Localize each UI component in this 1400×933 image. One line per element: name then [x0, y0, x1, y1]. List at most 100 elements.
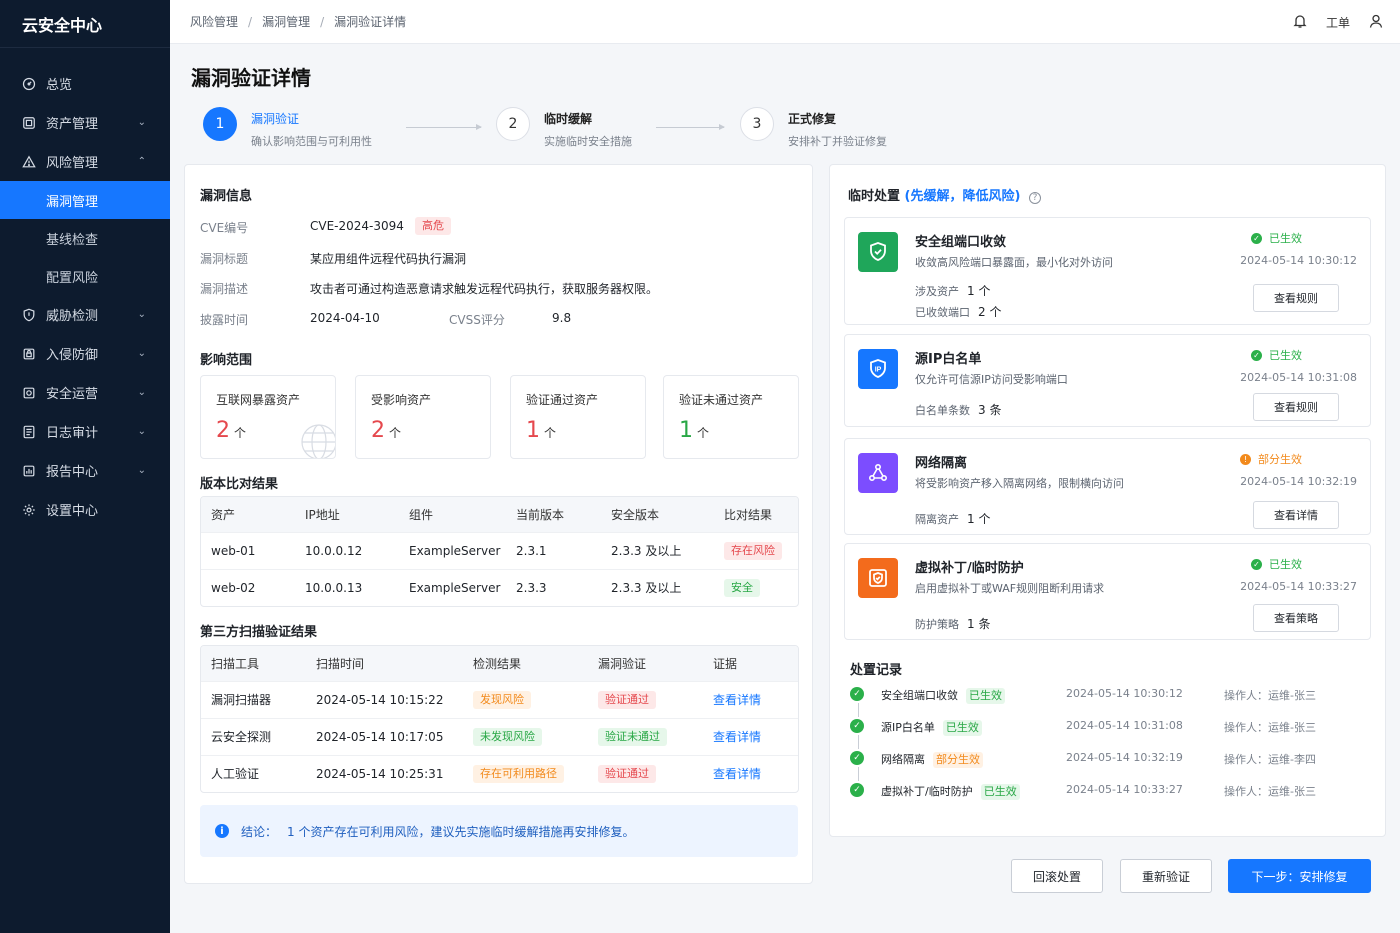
cell-current-version: 2.3.3 — [506, 568, 601, 606]
column-header: 组件 — [399, 497, 506, 532]
sidebar-item-log[interactable]: 日志审计 ⌄ — [0, 412, 170, 451]
conclusion-text: 1 个资产存在可利用风险，建议先实施临时缓解措施再安排修复。 — [287, 824, 635, 839]
verify-badge: 验证未通过 — [598, 727, 667, 746]
sidebar-item-threat[interactable]: 威胁检测 ⌄ — [0, 295, 170, 334]
record-status: 部分生效 — [933, 752, 983, 768]
network-icon — [858, 453, 898, 493]
record-name: 网络隔离 — [881, 753, 925, 766]
globe-icon — [301, 424, 335, 458]
version-table: 资产 IP地址 组件 当前版本 安全版本 比对结果 web-01 10.0.0.… — [200, 496, 799, 607]
measure-time: 2024-05-14 10:31:08 — [1240, 371, 1357, 384]
rollback-button[interactable]: 回滚处置 — [1011, 859, 1103, 893]
evidence-link[interactable]: 查看详情 — [713, 730, 761, 744]
info-icon: i — [215, 824, 229, 838]
view-rule-button[interactable]: 查看规则 — [1253, 284, 1339, 312]
view-detail-button[interactable]: 查看详情 — [1253, 501, 1339, 529]
table-row: 人工验证 2024-05-14 10:25:31 存在可利用路径 验证通过 查看… — [201, 754, 798, 792]
sidebar-item-overview[interactable]: 总览 — [0, 64, 170, 103]
stat-number: 1 — [526, 418, 540, 443]
sidebar-item-label: 风险管理 — [46, 156, 99, 171]
temp-mitigation-card: 临时处置 (先缓解，降低风险) ? 安全组端口收敛 收敛高风险端口暴露面，最小化… — [829, 164, 1386, 837]
sidebar-item-risk[interactable]: 风险管理 ⌃ — [0, 142, 170, 181]
stat-label: 验证未通过资产 — [679, 393, 764, 407]
breadcrumb-separator: / — [320, 15, 325, 29]
cell-time: 2024-05-14 10:15:22 — [306, 680, 463, 718]
sidebar-subitem-config[interactable]: 配置风险 — [0, 257, 170, 295]
stat-label: 验证通过资产 — [526, 393, 599, 407]
ticket-link[interactable]: 工单 — [1326, 14, 1350, 31]
step-desc: 确认影响范围与可利用性 — [251, 135, 372, 148]
evidence-link[interactable]: 查看详情 — [713, 693, 761, 707]
sidebar-item-intrusion[interactable]: 入侵防御 ⌄ — [0, 334, 170, 373]
cell-current-version: 2.3.1 — [506, 531, 601, 569]
stat-affected[interactable]: 受影响资产 2个 — [355, 375, 491, 459]
report-icon — [22, 464, 36, 478]
record-status: 已生效 — [966, 688, 1005, 704]
cell-tool: 漏洞扫描器 — [201, 680, 306, 718]
log-icon — [22, 425, 36, 439]
desc-value: 攻击者可通过构造恶意请求触发远程代码执行，获取服务器权限。 — [310, 282, 659, 296]
measure-desc: 仅允许可信源IP访问受影响端口 — [915, 373, 1068, 386]
chevron-down-icon: ⌄ — [137, 426, 146, 437]
shield-check-icon — [858, 232, 898, 272]
stat-unit: 个 — [234, 426, 247, 440]
measure-time: 2024-05-14 10:30:12 — [1240, 254, 1357, 267]
reverify-button[interactable]: 重新验证 — [1120, 859, 1212, 893]
stat-verified-pass[interactable]: 验证通过资产 1个 — [510, 375, 646, 459]
column-header: 比对结果 — [714, 497, 798, 532]
section-title-vuln-info: 漏洞信息 — [200, 189, 253, 204]
step-number: 3 — [740, 107, 774, 141]
breadcrumb-current: 漏洞验证详情 — [334, 15, 407, 29]
stat-number: 2 — [216, 418, 230, 443]
help-icon[interactable]: ? — [1028, 192, 1041, 204]
records-title: 处置记录 — [850, 663, 903, 678]
title-label: 漏洞标题 — [200, 252, 249, 266]
stat-number: 2 — [371, 418, 385, 443]
verify-badge: 验证通过 — [598, 764, 656, 783]
sidebar-subitem-baseline[interactable]: 基线检查 — [0, 219, 170, 257]
breadcrumb: 风险管理 / 漏洞管理 / 漏洞验证详情 — [190, 13, 406, 30]
view-rule-button[interactable]: 查看规则 — [1253, 393, 1339, 421]
column-header: 扫描工具 — [201, 646, 306, 681]
stat-value: 2个 — [371, 418, 401, 443]
view-policy-button[interactable]: 查看策略 — [1253, 604, 1339, 632]
meta-label: 已收敛端口 — [915, 306, 970, 319]
sidebar-item-operation[interactable]: 安全运营 ⌄ — [0, 373, 170, 412]
sidebar-item-report[interactable]: 报告中心 ⌄ — [0, 451, 170, 490]
sidebar-item-label: 入侵防御 — [46, 348, 99, 363]
breadcrumb-item[interactable]: 风险管理 — [190, 15, 238, 29]
status-text: 已生效 — [1269, 232, 1302, 245]
record-status: 已生效 — [942, 720, 982, 736]
ip-shield-icon: IP — [858, 349, 898, 389]
check-icon: ✓ — [850, 719, 864, 733]
sidebar-item-assets[interactable]: 资产管理 ⌄ — [0, 103, 170, 142]
chevron-down-icon: ⌄ — [137, 465, 146, 476]
measure-meta: 涉及资产 1 个 — [915, 282, 990, 299]
sidebar-item-label: 资产管理 — [46, 117, 99, 132]
bell-icon[interactable] — [1292, 13, 1308, 32]
cell-asset: web-01 — [201, 531, 295, 569]
next-step-button[interactable]: 下一步：安排修复 — [1228, 859, 1371, 893]
evidence-link[interactable]: 查看详情 — [713, 767, 761, 781]
date-label: 披露时间 — [200, 313, 249, 327]
stat-unit: 个 — [544, 426, 557, 440]
stat-verified-fail[interactable]: 验证未通过资产 1个 — [663, 375, 799, 459]
timeline-connector — [858, 735, 859, 749]
breadcrumb-item[interactable]: 漏洞管理 — [262, 15, 310, 29]
measure-time: 2024-05-14 10:32:19 — [1240, 475, 1357, 488]
title-value: 某应用组件远程代码执行漏洞 — [310, 252, 467, 266]
stat-internet-exposed[interactable]: 互联网暴露资产 2个 — [200, 375, 336, 459]
meta-value: 3 条 — [978, 403, 1002, 417]
record-operator: 操作人：运维-张三 — [1224, 689, 1316, 702]
temp-header: 临时处置 (先缓解，降低风险) ? — [848, 185, 1041, 204]
verify-badge: 验证通过 — [598, 690, 656, 709]
record-content: 虚拟补丁/临时防护 已生效 — [881, 783, 1020, 800]
timeline-connector — [858, 703, 859, 717]
sidebar-subitem-vuln[interactable]: 漏洞管理 — [0, 181, 170, 219]
stat-value: 1个 — [526, 418, 556, 443]
chevron-down-icon: ⌄ — [137, 348, 146, 359]
check-icon: ✓ — [1251, 558, 1262, 570]
measure-title: 网络隔离 — [915, 456, 968, 471]
sidebar-item-settings[interactable]: 设置中心 — [0, 490, 170, 529]
user-icon[interactable] — [1368, 13, 1384, 32]
